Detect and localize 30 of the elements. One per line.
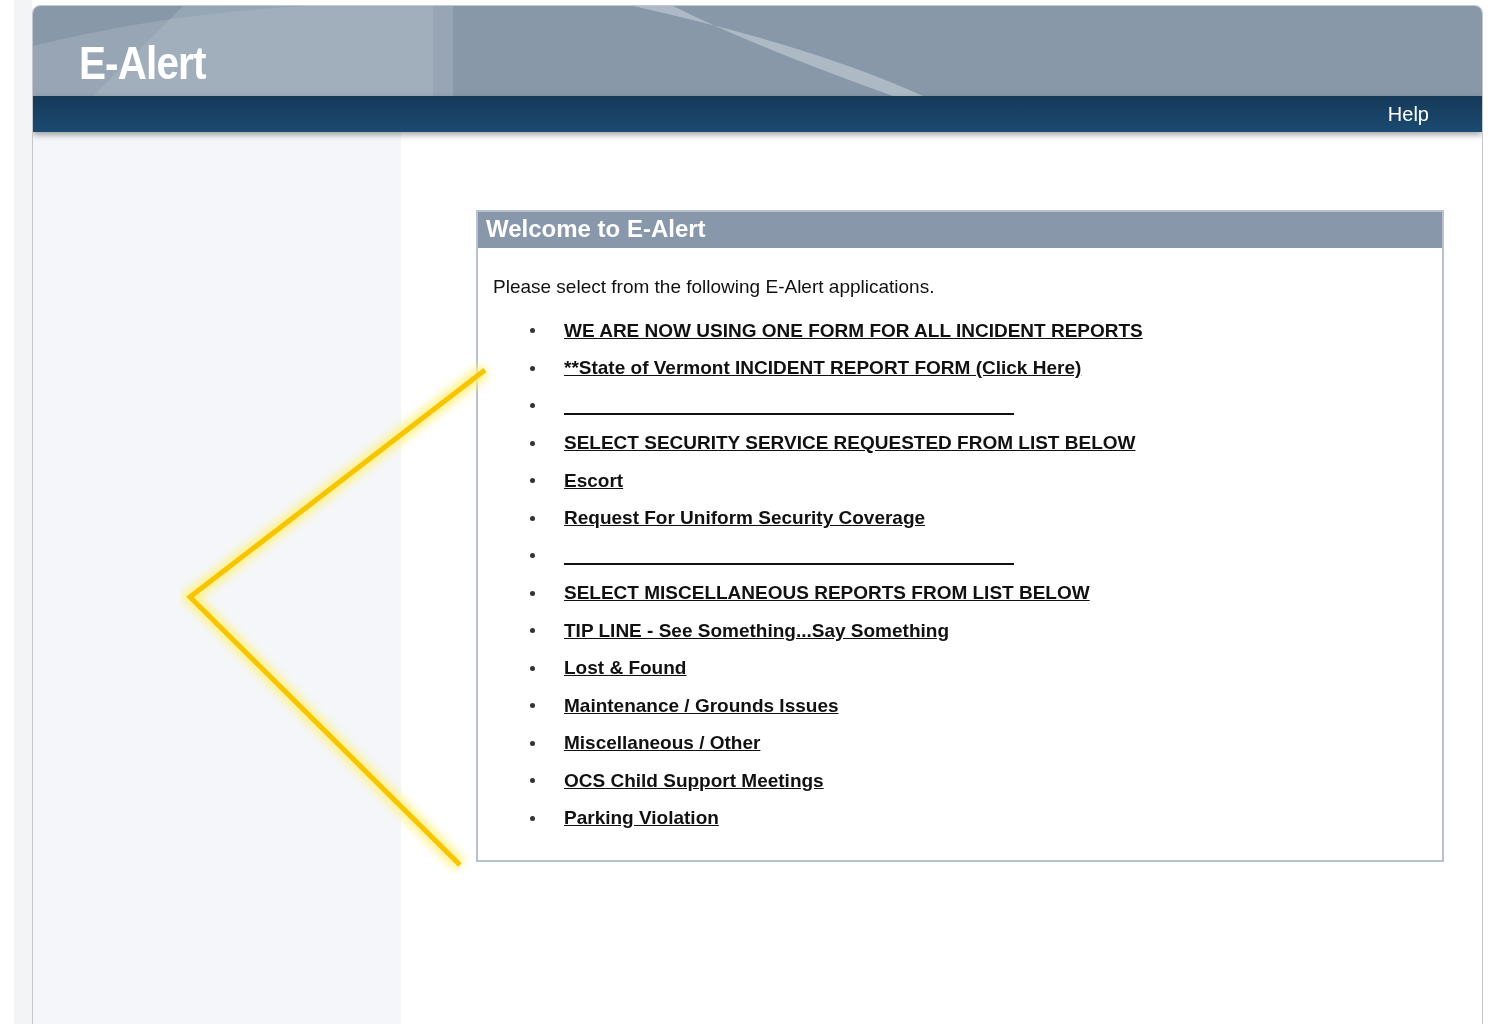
bullet-icon bbox=[530, 553, 535, 559]
bullet-icon bbox=[530, 328, 535, 334]
bullet-icon bbox=[530, 440, 535, 446]
application-link[interactable]: SELECT MISCELLANEOUS REPORTS FROM LIST BELOW bbox=[564, 582, 1090, 605]
application-link[interactable]: Maintenance / Grounds Issues bbox=[564, 694, 839, 717]
app-logo: E-Alert bbox=[79, 36, 206, 90]
bullet-icon bbox=[530, 365, 535, 371]
application-link[interactable]: Request For Uniform Security Coverage bbox=[564, 507, 926, 530]
bullet-icon bbox=[530, 590, 535, 596]
application-link[interactable]: TIP LINE - See Something...Say Something bbox=[564, 619, 949, 642]
bullet-icon bbox=[530, 628, 535, 634]
bullet-icon bbox=[530, 403, 535, 409]
bullet-icon bbox=[530, 703, 535, 709]
application-link[interactable]: Parking Violation bbox=[564, 807, 719, 830]
bullet-icon bbox=[530, 778, 535, 784]
bullet-icon bbox=[530, 515, 535, 521]
panel-title: Welcome to E-Alert bbox=[478, 212, 1442, 248]
application-link[interactable]: WE ARE NOW USING ONE FORM FOR ALL INCIDENT REPORTS bbox=[564, 319, 1143, 342]
application-link[interactable]: Miscellaneous / Other bbox=[564, 732, 761, 755]
help-link[interactable]: Help bbox=[1387, 102, 1429, 126]
bullet-icon bbox=[530, 665, 535, 671]
application-link[interactable]: OCS Child Support Meetings bbox=[564, 769, 824, 792]
bullet-icon bbox=[530, 740, 535, 746]
application-link[interactable]: **State of Vermont INCIDENT REPORT FORM (Click Here) bbox=[564, 357, 1082, 380]
intro-text: Please select from the following E-Alert applications. bbox=[493, 276, 936, 298]
application-link[interactable]: Escort bbox=[564, 469, 624, 492]
application-link[interactable]: SELECT SECURITY SERVICE REQUESTED FROM LIST BELOW bbox=[564, 432, 1136, 455]
bullet-icon bbox=[530, 815, 535, 821]
application-link[interactable]: Lost & Found bbox=[564, 657, 687, 680]
bullet-icon bbox=[530, 478, 535, 484]
